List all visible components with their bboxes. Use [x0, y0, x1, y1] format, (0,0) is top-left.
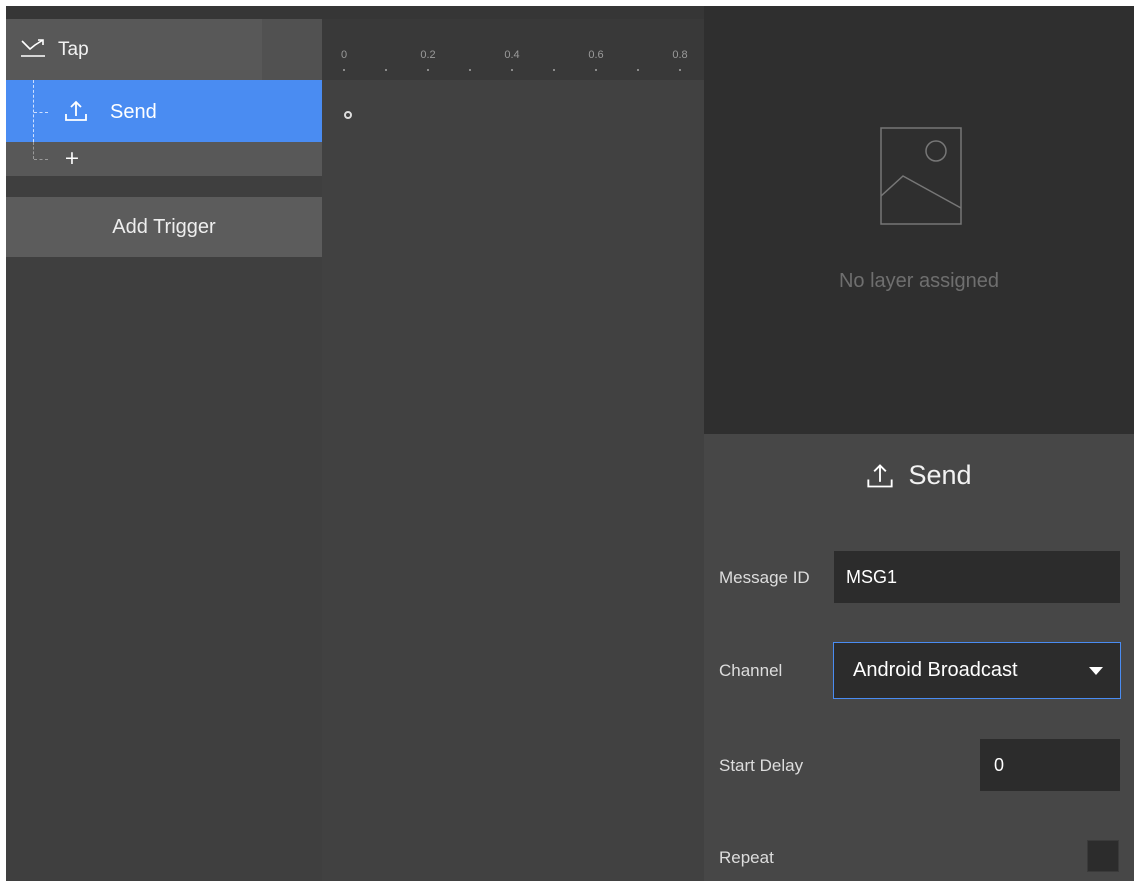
ruler-tick	[469, 69, 471, 71]
message-id-field[interactable]	[834, 551, 1120, 603]
add-action-button[interactable]: +	[64, 147, 80, 169]
trigger-label: Tap	[58, 39, 89, 60]
ruler-tick-label: 0.8	[672, 49, 688, 61]
inspector-title-label: Send	[908, 460, 972, 490]
image-placeholder-icon	[880, 127, 962, 225]
start-delay-label: Start Delay	[719, 756, 804, 775]
add-trigger-button[interactable]: Add Trigger	[6, 197, 322, 257]
ruler-tick	[343, 69, 345, 71]
repeat-checkbox[interactable]	[1087, 840, 1119, 872]
ruler-tick-label: 0.4	[504, 49, 520, 61]
message-id-label: Message ID	[719, 568, 810, 587]
timeline-ruler[interactable]: 0 0.2 0.4 0.6 0.8	[322, 19, 704, 80]
ruler-tick	[637, 69, 639, 71]
chevron-down-icon	[1089, 667, 1103, 675]
channel-select[interactable]: Android Broadcast	[833, 642, 1121, 699]
ruler-tick	[385, 69, 387, 71]
tree-connector	[33, 80, 34, 142]
ruler-tick-label: 0.2	[420, 49, 436, 61]
ruler-tick	[427, 69, 429, 71]
keyframe-dot[interactable]	[344, 111, 352, 119]
trigger-row-handle	[262, 19, 322, 80]
no-layer-text: No layer assigned	[838, 270, 1000, 292]
add-action-row[interactable]: +	[6, 142, 322, 176]
tree-connector-branch	[34, 159, 48, 160]
app-window: Tap Send + Add Trigger 0 0.2 0.4 0.6 0.8	[6, 6, 1134, 881]
trigger-item-tap[interactable]: Tap	[6, 19, 322, 80]
ruler-tick-label: 0.6	[588, 49, 604, 61]
channel-label: Channel	[719, 661, 783, 680]
send-upload-icon	[65, 100, 87, 121]
inspector-title: Send	[704, 460, 1134, 491]
ruler-tick	[511, 69, 513, 71]
layer-preview: No layer assigned	[704, 6, 1134, 434]
channel-select-value: Android Broadcast	[853, 659, 1018, 681]
ruler-tick	[679, 69, 681, 71]
start-delay-field[interactable]	[980, 739, 1120, 791]
ruler-tick-label: 0	[340, 49, 348, 61]
tree-connector	[33, 142, 34, 159]
top-strip	[6, 6, 704, 19]
repeat-label: Repeat	[719, 848, 774, 867]
send-upload-icon	[867, 463, 894, 487]
ruler-tick	[553, 69, 555, 71]
ruler-tick	[595, 69, 597, 71]
tree-connector-branch	[34, 112, 48, 113]
action-label: Send	[110, 101, 157, 123]
action-item-send[interactable]: Send	[6, 80, 322, 142]
inspector-panel: No layer assigned Send Message ID Channe…	[704, 6, 1134, 881]
timeline-panel[interactable]: 0 0.2 0.4 0.6 0.8	[322, 19, 704, 881]
swipe-trigger-icon	[21, 39, 45, 57]
